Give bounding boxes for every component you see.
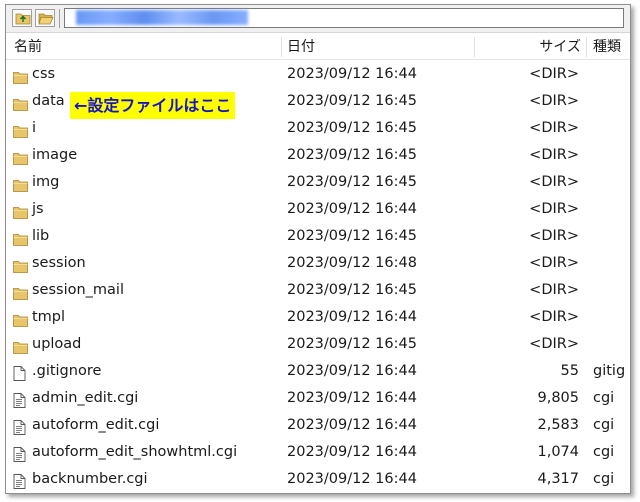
script-file-icon	[13, 472, 26, 493]
column-separator[interactable]	[586, 37, 587, 57]
file-size: <DIR>	[529, 255, 579, 271]
file-date: 2023/09/12 16:45	[287, 174, 417, 190]
file-name: i	[32, 120, 37, 136]
file-type: cgi	[593, 390, 615, 406]
file-name: css	[32, 66, 56, 82]
table-row[interactable]: session 2023/09/12 16:48 <DIR>	[6, 250, 630, 277]
file-type: cgi	[593, 417, 615, 433]
table-row[interactable]: session_mail 2023/09/12 16:45 <DIR>	[6, 277, 630, 304]
file-size: 1,074	[537, 444, 579, 460]
file-size: <DIR>	[529, 120, 579, 136]
table-row[interactable]: css 2023/09/12 16:44 <DIR>	[6, 61, 630, 88]
table-row[interactable]: js 2023/09/12 16:44 <DIR>	[6, 196, 630, 223]
toolbar	[6, 5, 630, 33]
file-date: 2023/09/12 16:45	[287, 282, 417, 298]
file-date: 2023/09/12 16:44	[287, 390, 417, 406]
table-row[interactable]: lib 2023/09/12 16:45 <DIR>	[6, 223, 630, 250]
file-size: <DIR>	[529, 228, 579, 244]
file-size: <DIR>	[529, 282, 579, 298]
file-type: gitig	[593, 363, 626, 379]
file-name: session	[32, 255, 86, 271]
file-date: 2023/09/12 16:45	[287, 336, 417, 352]
blurred-path	[76, 10, 248, 25]
column-separator[interactable]	[474, 37, 475, 57]
file-size: <DIR>	[529, 147, 579, 163]
file-name: session_mail	[32, 282, 124, 298]
file-size: <DIR>	[529, 93, 579, 109]
file-name: js	[32, 201, 44, 217]
table-row[interactable]: .gitignore 2023/09/12 16:44 55 gitig	[6, 358, 630, 385]
table-row[interactable]: autoform_edit_showhtml.cgi 2023/09/12 16:…	[6, 439, 630, 466]
file-name: autoform_edit.cgi	[32, 417, 160, 433]
file-name: image	[32, 147, 78, 163]
table-row[interactable]: autoform_edit.cgi 2023/09/12 16:44 2,583 cg…	[6, 412, 630, 439]
column-name-header[interactable]: 名前	[14, 35, 42, 59]
column-type-header[interactable]: 種類	[593, 35, 621, 59]
file-date: 2023/09/12 16:44	[287, 309, 417, 325]
file-name: admin_edit.cgi	[32, 390, 139, 406]
column-header: 名前 日付 サイズ 種類	[6, 35, 630, 60]
file-name: backnumber.cgi	[32, 471, 148, 487]
annotation-callout: ←設定ファイルはここ	[70, 92, 236, 119]
file-date: 2023/09/12 16:45	[287, 120, 417, 136]
file-size: 2,583	[537, 417, 579, 433]
file-date: 2023/09/12 16:48	[287, 255, 417, 271]
file-size: <DIR>	[529, 66, 579, 82]
table-row[interactable]: upload 2023/09/12 16:45 <DIR>	[6, 331, 630, 358]
column-date-header[interactable]: 日付	[287, 35, 315, 59]
file-name: autoform_edit_showhtml.cgi	[32, 444, 238, 460]
file-date: 2023/09/12 16:44	[287, 444, 417, 460]
file-name: lib	[32, 228, 50, 244]
table-row[interactable]: i 2023/09/12 16:45 <DIR>	[6, 115, 630, 142]
file-size: 9,805	[537, 390, 579, 406]
file-size: <DIR>	[529, 174, 579, 190]
file-name: .gitignore	[32, 363, 102, 379]
table-row[interactable]: admin_edit.cgi 2023/09/12 16:44 9,805 cgi	[6, 385, 630, 412]
column-size-header[interactable]: サイズ	[539, 35, 581, 59]
file-name: img	[32, 174, 60, 190]
file-date: 2023/09/12 16:45	[287, 228, 417, 244]
file-size: 4,317	[537, 471, 579, 487]
file-size: <DIR>	[529, 309, 579, 325]
file-size: 55	[560, 363, 579, 379]
table-row[interactable]: image 2023/09/12 16:45 <DIR>	[6, 142, 630, 169]
file-date: 2023/09/12 16:45	[287, 147, 417, 163]
open-folder-icon	[38, 13, 54, 25]
toolbar-separator	[59, 9, 60, 28]
file-name: data	[32, 93, 65, 109]
file-size: <DIR>	[529, 336, 579, 352]
file-date: 2023/09/12 16:45	[287, 93, 417, 109]
open-folder-button[interactable]	[35, 9, 55, 27]
file-name: upload	[32, 336, 82, 352]
file-date: 2023/09/12 16:44	[287, 66, 417, 82]
table-row[interactable]: img 2023/09/12 16:45 <DIR>	[6, 169, 630, 196]
file-size: <DIR>	[529, 201, 579, 217]
file-type: cgi	[593, 471, 615, 487]
table-row[interactable]: backnumber.cgi 2023/09/12 16:44 4,317 cgi	[6, 466, 630, 493]
file-date: 2023/09/12 16:44	[287, 363, 417, 379]
file-date: 2023/09/12 16:44	[287, 471, 417, 487]
folder-up-icon	[15, 13, 31, 25]
parent-folder-button[interactable]	[12, 9, 32, 27]
table-row[interactable]: tmpl 2023/09/12 16:44 <DIR>	[6, 304, 630, 331]
file-date: 2023/09/12 16:44	[287, 417, 417, 433]
file-date: 2023/09/12 16:44	[287, 201, 417, 217]
file-type: cgi	[593, 444, 615, 460]
file-name: tmpl	[32, 309, 66, 325]
column-separator[interactable]	[281, 37, 282, 57]
file-list-window: 名前 日付 サイズ 種類 css 2023/09/12 16:44 <DIR> dat…	[5, 4, 631, 494]
